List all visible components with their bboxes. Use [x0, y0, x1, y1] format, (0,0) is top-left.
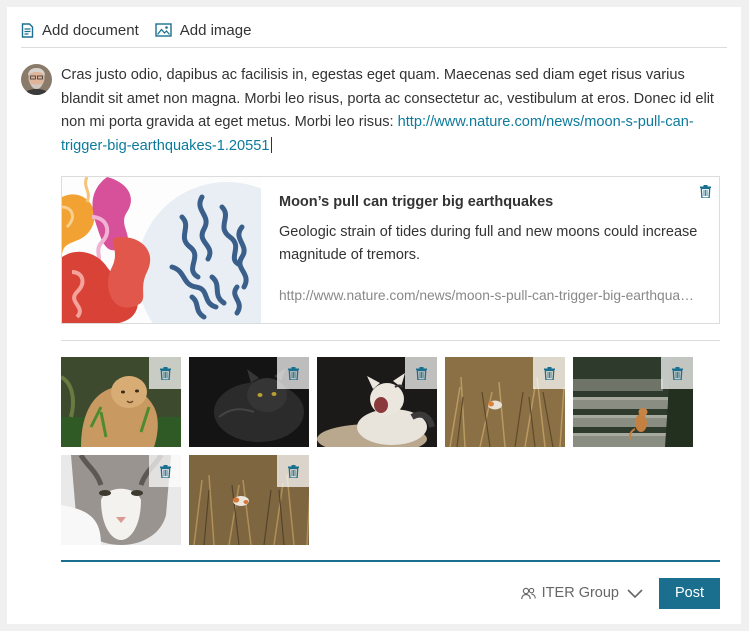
delete-image-button[interactable]: [405, 357, 437, 389]
trash-icon: [543, 366, 555, 380]
document-icon: [21, 22, 34, 38]
post-composer: Add document Add image Cras justo odio, …: [7, 7, 741, 624]
delete-image-button[interactable]: [149, 357, 181, 389]
link-preview-url[interactable]: http://www.nature.com/news/moon-s-pull-c…: [279, 288, 699, 303]
post-text[interactable]: Cras justo odio, dapibus ac facilisis in…: [61, 64, 729, 158]
trash-icon: [159, 366, 171, 380]
link-preview-body: Moon’s pull can trigger big earthquakes …: [261, 177, 719, 323]
text-cursor: [270, 136, 272, 153]
image-thumbnail-lioness[interactable]: [61, 357, 181, 447]
post-button[interactable]: Post: [659, 577, 720, 609]
delete-image-button[interactable]: [277, 357, 309, 389]
composer-bottom-border: [61, 560, 720, 562]
link-preview-title[interactable]: Moon’s pull can trigger big earthquakes: [279, 194, 701, 210]
trash-icon: [159, 464, 171, 478]
chevron-down-icon: [627, 588, 643, 598]
composer-footer: ITER Group Post: [61, 577, 720, 609]
trash-icon: [700, 185, 711, 199]
image-thumbnail-cat-in-grass-2[interactable]: [189, 455, 309, 545]
trash-icon: [287, 366, 299, 380]
delete-image-button[interactable]: [533, 357, 565, 389]
add-image-label: Add image: [179, 21, 252, 39]
divider: [61, 340, 720, 341]
group-selector-label: ITER Group: [541, 585, 619, 601]
trash-icon: [415, 366, 427, 380]
add-document-button[interactable]: Add document: [21, 22, 139, 39]
image-thumbnail-black-cat[interactable]: [189, 357, 309, 447]
link-preview-card: Moon’s pull can trigger big earthquakes …: [61, 176, 720, 324]
group-selector[interactable]: ITER Group: [520, 585, 643, 601]
add-image-button[interactable]: Add image: [155, 21, 252, 39]
people-icon: [520, 587, 536, 599]
link-preview-image: [62, 177, 261, 323]
image-thumbnail-cat-face[interactable]: [61, 455, 181, 545]
image-thumbnail-cat-on-steps[interactable]: [573, 357, 693, 447]
trash-icon: [287, 464, 299, 478]
delete-image-button[interactable]: [277, 455, 309, 487]
remove-link-preview-button[interactable]: [700, 185, 711, 203]
link-preview-description: Geologic strain of tides during full and…: [279, 224, 698, 263]
image-icon: [155, 23, 172, 37]
trash-icon: [671, 366, 683, 380]
avatar: [21, 64, 52, 95]
image-thumbnail-cat-in-grass[interactable]: [445, 357, 565, 447]
add-document-label: Add document: [42, 21, 139, 39]
delete-image-button[interactable]: [661, 357, 693, 389]
image-thumbnail-yawning-cat[interactable]: [317, 357, 437, 447]
delete-image-button[interactable]: [149, 455, 181, 487]
composer-toolbar: Add document Add image: [21, 17, 727, 48]
